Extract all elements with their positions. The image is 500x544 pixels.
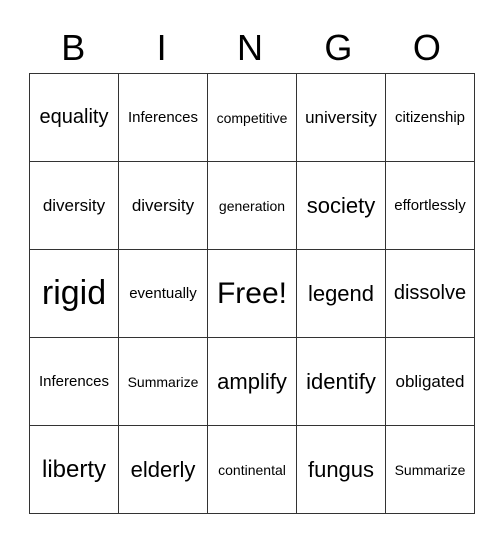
bingo-cell: dissolve [385, 249, 475, 338]
bingo-cell: rigid [29, 249, 119, 338]
free-space-cell: Free! [207, 249, 297, 338]
bingo-cell: Summarize [118, 337, 208, 426]
bingo-cell: Summarize [385, 425, 475, 514]
bingo-cell: society [296, 161, 386, 250]
grid-row: equality Inferences competitive universi… [29, 73, 475, 162]
header-letter-b: B [61, 27, 86, 68]
bingo-cell: amplify [207, 337, 297, 426]
grid-row: rigid eventually Free! legend dissolve [29, 249, 475, 338]
header-letter-g: G [324, 27, 353, 68]
bingo-cell: diversity [29, 161, 119, 250]
grid-row: diversity diversity generation society e… [29, 161, 475, 250]
header-letter-o: O [412, 27, 441, 68]
bingo-grid: equality Inferences competitive universi… [29, 73, 475, 514]
bingo-cell: identify [296, 337, 386, 426]
bingo-cell: Inferences [29, 337, 119, 426]
grid-row: liberty elderly continental fungus Summa… [29, 425, 475, 514]
bingo-cell: diversity [118, 161, 208, 250]
bingo-cell: legend [296, 249, 386, 338]
bingo-cell: liberty [29, 425, 119, 514]
bingo-cell: equality [29, 73, 119, 162]
header-letter-n: N [237, 27, 264, 68]
bingo-cell: eventually [118, 249, 208, 338]
bingo-cell: generation [207, 161, 297, 250]
bingo-cell: obligated [385, 337, 475, 426]
bingo-cell: Inferences [118, 73, 208, 162]
bingo-cell: continental [207, 425, 297, 514]
bingo-cell: citizenship [385, 73, 475, 162]
bingo-cell: fungus [296, 425, 386, 514]
grid-row: Inferences Summarize amplify identify ob… [29, 337, 475, 426]
bingo-cell: competitive [207, 73, 297, 162]
bingo-cell: effortlessly [385, 161, 475, 250]
header-letter-i: I [156, 27, 167, 68]
bingo-header: B I N G O [29, 28, 471, 68]
bingo-cell: elderly [118, 425, 208, 514]
bingo-cell: university [296, 73, 386, 162]
